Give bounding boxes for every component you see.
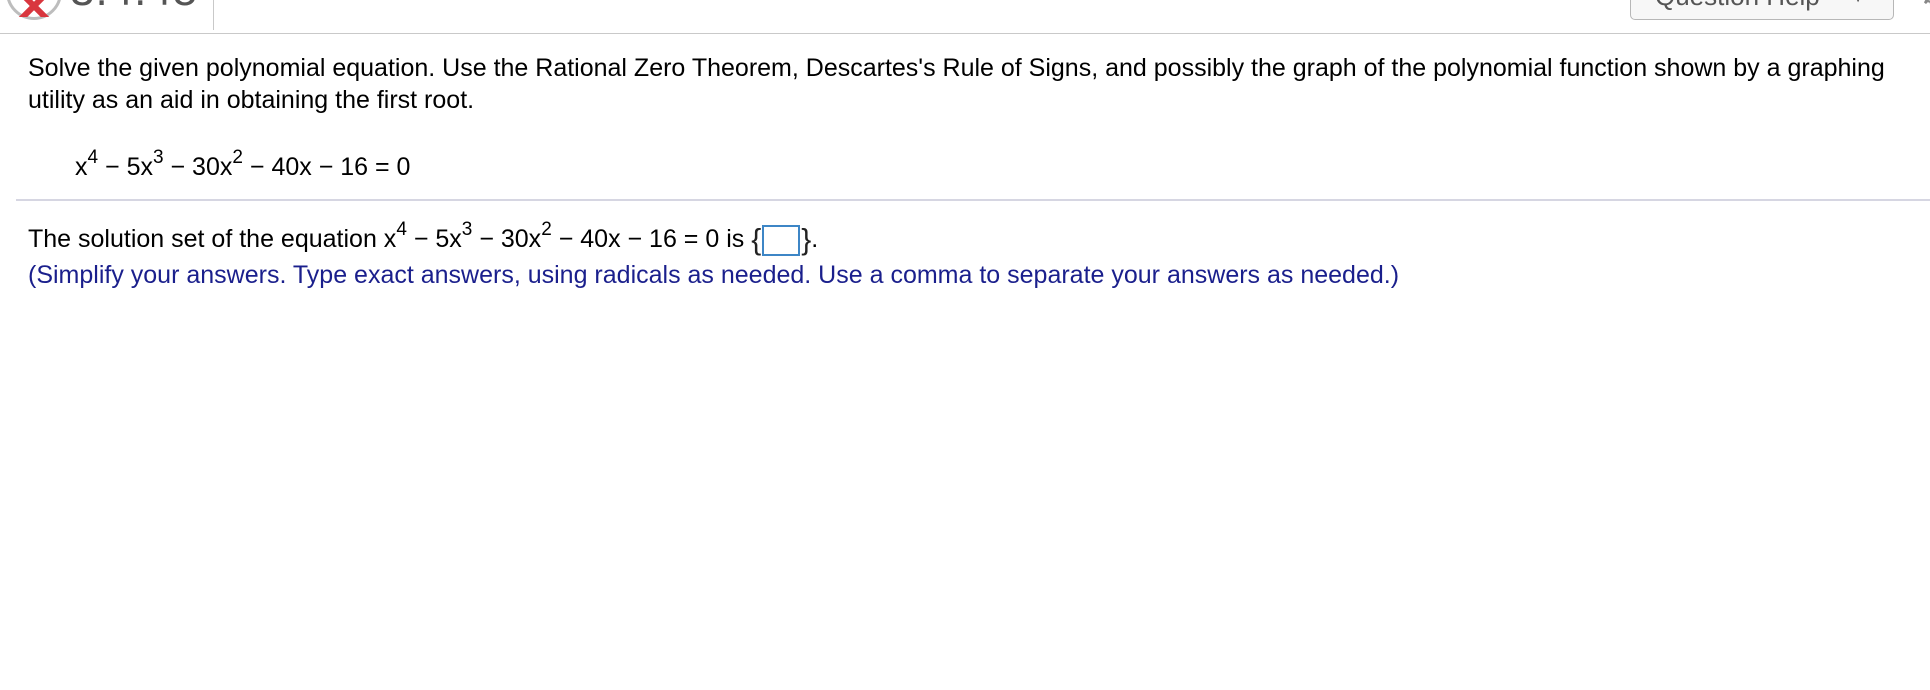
eq-term: − 40x − 16 = 0 xyxy=(242,153,411,181)
answer-exponent: 3 xyxy=(461,218,473,240)
x-circle-icon xyxy=(6,0,62,20)
answer-suffix: . xyxy=(811,225,819,253)
eq-term: − 5x xyxy=(98,153,153,181)
answer-text: − 30x xyxy=(472,225,542,253)
settings-icon[interactable]: ⚙ xyxy=(1918,0,1930,13)
eq-exponent: 2 xyxy=(232,146,243,168)
answer-prompt: The solution set of the equation x4 − 5x… xyxy=(28,218,819,257)
question-header: 3.4.45 Question Help ▼ ⚙ xyxy=(0,0,1930,34)
polynomial-equation: x4 − 5x3 − 30x2 − 40x − 16 = 0 xyxy=(75,146,411,184)
answer-input[interactable] xyxy=(762,224,801,256)
section-divider xyxy=(16,199,1930,201)
question-number: 3.4.45 xyxy=(70,0,198,16)
close-brace: } xyxy=(801,223,812,257)
open-brace: { xyxy=(751,223,762,257)
header-divider xyxy=(213,0,214,30)
question-help-button[interactable]: Question Help ▼ xyxy=(1630,0,1894,20)
answer-text: − 40x − 16 = 0 is xyxy=(551,225,752,253)
problem-statement: Solve the given polynomial equation. Use… xyxy=(28,54,1885,114)
answer-exponent: 4 xyxy=(396,218,407,240)
eq-term: x xyxy=(75,153,88,181)
answer-text: − 5x xyxy=(406,225,462,253)
answer-exponent: 2 xyxy=(541,218,552,240)
eq-term: − 30x xyxy=(163,153,233,181)
answer-instructions: (Simplify your answers. Type exact answe… xyxy=(28,261,1400,289)
question-help-label: Question Help xyxy=(1655,0,1820,12)
page: 3.4.45 Question Help ▼ ⚙ Solve the given… xyxy=(0,0,1930,690)
eq-exponent: 3 xyxy=(152,146,164,168)
caret-down-icon: ▼ xyxy=(1851,0,1865,5)
eq-exponent: 4 xyxy=(87,146,99,168)
answer-text: The solution set of the equation x xyxy=(28,225,397,253)
